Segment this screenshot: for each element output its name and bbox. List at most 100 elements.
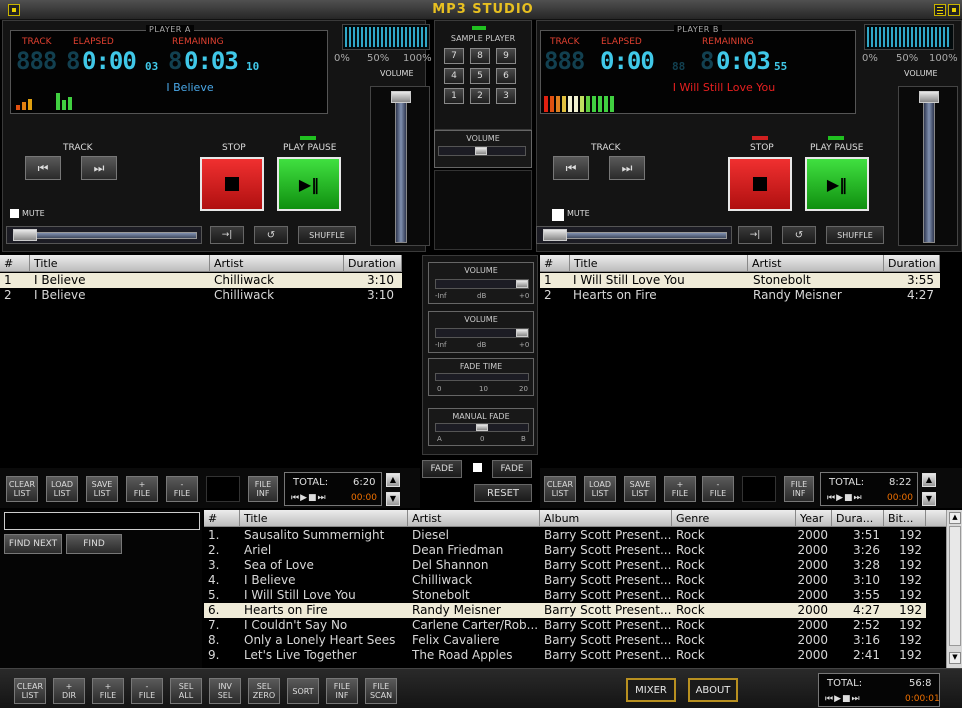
repeat-next-button-b[interactable]: →| bbox=[738, 226, 772, 244]
clear-list-button[interactable]: CLEAR LIST bbox=[6, 476, 38, 502]
col-bitrate[interactable]: Bit... bbox=[884, 510, 926, 526]
scroll-down-icon[interactable]: ▼ bbox=[949, 652, 961, 664]
volume-slider-b[interactable] bbox=[898, 86, 958, 246]
move-up-icon[interactable]: ▲ bbox=[386, 473, 400, 487]
col-year[interactable]: Year bbox=[796, 510, 832, 526]
shuffle-button-b[interactable]: SHUFFLE bbox=[826, 226, 884, 244]
clear-list-button[interactable]: CLEAR LIST bbox=[14, 678, 46, 704]
prev-track-button-b[interactable]: ⏮ bbox=[553, 156, 589, 180]
play-pause-button-b[interactable]: ▶‖ bbox=[805, 157, 869, 211]
table-row[interactable]: 3. Sea of Love Del Shannon Barry Scott Pres… bbox=[204, 558, 926, 573]
mixer-button[interactable]: MIXER bbox=[626, 678, 676, 702]
shuffle-button[interactable]: SHUFFLE bbox=[298, 226, 356, 244]
stop-button[interactable] bbox=[200, 157, 264, 211]
fade-right-button[interactable]: FADE bbox=[492, 460, 532, 478]
sample-key-9[interactable]: 9 bbox=[496, 48, 516, 64]
table-row[interactable]: 2 I Believe Chilliwack 3:10 bbox=[0, 288, 402, 303]
col-artist[interactable]: Artist bbox=[210, 255, 344, 271]
minimize-icon[interactable] bbox=[934, 4, 946, 16]
col-artist[interactable]: Artist bbox=[408, 510, 540, 526]
add-file-button[interactable]: + FILE bbox=[126, 476, 158, 502]
manual-fade-slider[interactable] bbox=[435, 423, 529, 432]
repeat-button-b[interactable]: ↺ bbox=[782, 226, 816, 244]
col-number[interactable]: # bbox=[204, 510, 240, 526]
remove-file-button[interactable]: - FILE bbox=[131, 678, 163, 704]
find-next-button[interactable]: FIND NEXT bbox=[4, 534, 62, 554]
remove-file-button[interactable]: - FILE bbox=[702, 476, 734, 502]
save-list-button[interactable]: SAVE LIST bbox=[86, 476, 118, 502]
next-track-button[interactable]: ⏭ bbox=[81, 156, 117, 180]
col-artist[interactable]: Artist bbox=[748, 255, 884, 271]
vol1-slider[interactable] bbox=[435, 279, 529, 289]
fade-time-slider[interactable] bbox=[435, 373, 529, 381]
next-track-button-b[interactable]: ⏭ bbox=[609, 156, 645, 180]
invert-selection-button[interactable]: INV SEL bbox=[209, 678, 241, 704]
fade-checkbox[interactable] bbox=[473, 463, 482, 472]
table-row[interactable]: 8. Only a Lonely Heart Sees Felix Cavalier… bbox=[204, 633, 926, 648]
file-info-button[interactable]: FILE INF bbox=[248, 476, 278, 502]
table-row[interactable]: 5. I Will Still Love You Stonebolt Barry Sc… bbox=[204, 588, 926, 603]
remove-file-button[interactable]: - FILE bbox=[166, 476, 198, 502]
col-number[interactable]: # bbox=[540, 255, 570, 271]
table-row[interactable]: 6. Hearts on Fire Randy Meisner Barry Scott… bbox=[204, 603, 926, 618]
mini-transport-icons[interactable]: ⏮▶■⏭ bbox=[291, 493, 327, 503]
table-row[interactable]: 1 I Believe Chilliwack 3:10 bbox=[0, 273, 402, 288]
maximize-icon[interactable] bbox=[948, 4, 960, 16]
table-row[interactable]: 7. I Couldn't Say No Carlene Carter/Rob...… bbox=[204, 618, 926, 633]
select-all-button[interactable]: SEL ALL bbox=[170, 678, 202, 704]
volume-slider[interactable] bbox=[370, 86, 430, 246]
seek-slider[interactable] bbox=[6, 226, 202, 244]
sample-key-7[interactable]: 7 bbox=[444, 48, 464, 64]
table-row[interactable]: 1 I Will Still Love You Stonebolt 3:55 bbox=[540, 273, 940, 288]
save-list-button[interactable]: SAVE LIST bbox=[624, 476, 656, 502]
repeat-button[interactable]: ↺ bbox=[254, 226, 288, 244]
sample-key-3[interactable]: 3 bbox=[496, 88, 516, 104]
file-scan-button[interactable]: FILE SCAN bbox=[365, 678, 397, 704]
table-row[interactable]: 2. Ariel Dean Friedman Barry Scott Present.… bbox=[204, 543, 926, 558]
sample-volume-slider[interactable] bbox=[438, 146, 526, 156]
add-file-button[interactable]: + FILE bbox=[664, 476, 696, 502]
col-duration[interactable]: Duration bbox=[884, 255, 940, 271]
load-list-button[interactable]: LOAD LIST bbox=[46, 476, 78, 502]
seek-slider-b[interactable] bbox=[536, 226, 732, 244]
select-zero-button[interactable]: SEL ZERO bbox=[248, 678, 280, 704]
find-button[interactable]: FIND bbox=[66, 534, 122, 554]
play-pause-button[interactable]: ▶‖ bbox=[277, 157, 341, 211]
sample-key-2[interactable]: 2 bbox=[470, 88, 490, 104]
sample-key-8[interactable]: 8 bbox=[470, 48, 490, 64]
sort-button[interactable]: SORT bbox=[287, 678, 319, 704]
scroll-thumb[interactable] bbox=[949, 526, 961, 646]
add-file-button[interactable]: + FILE bbox=[92, 678, 124, 704]
clear-list-button[interactable]: CLEAR LIST bbox=[544, 476, 576, 502]
reset-button[interactable]: RESET bbox=[474, 484, 532, 502]
col-album[interactable]: Album bbox=[540, 510, 672, 526]
repeat-next-button[interactable]: →| bbox=[210, 226, 244, 244]
file-info-button[interactable]: FILE INF bbox=[784, 476, 814, 502]
col-genre[interactable]: Genre bbox=[672, 510, 796, 526]
col-title[interactable]: Title bbox=[570, 255, 748, 271]
table-row[interactable]: 4. I Believe Chilliwack Barry Scott Present… bbox=[204, 573, 926, 588]
sample-key-5[interactable]: 5 bbox=[470, 68, 490, 84]
stop-button-b[interactable] bbox=[728, 157, 792, 211]
col-number[interactable]: # bbox=[0, 255, 30, 271]
col-title[interactable]: Title bbox=[30, 255, 210, 271]
scroll-up-icon[interactable]: ▲ bbox=[949, 512, 961, 524]
vol2-slider[interactable] bbox=[435, 328, 529, 338]
table-row[interactable]: 2 Hearts on Fire Randy Meisner 4:27 bbox=[540, 288, 940, 303]
add-dir-button[interactable]: + DIR bbox=[53, 678, 85, 704]
move-up-icon[interactable]: ▲ bbox=[922, 473, 936, 487]
prev-track-button[interactable]: ⏮ bbox=[25, 156, 61, 180]
system-menu-icon[interactable] bbox=[8, 4, 20, 16]
file-info-button[interactable]: FILE INF bbox=[326, 678, 358, 704]
mute-checkbox-b[interactable] bbox=[552, 209, 564, 221]
about-button[interactable]: ABOUT bbox=[688, 678, 738, 702]
library-scrollbar[interactable]: ▲ ▼ bbox=[946, 510, 962, 668]
col-title[interactable]: Title bbox=[240, 510, 408, 526]
move-down-icon[interactable]: ▼ bbox=[386, 492, 400, 506]
mini-transport-icons[interactable]: ⏮▶■⏭ bbox=[827, 493, 863, 503]
table-row[interactable]: 9. Let's Live Together The Road Apples Barr… bbox=[204, 648, 926, 663]
col-duration[interactable]: Duration bbox=[344, 255, 402, 271]
fade-left-button[interactable]: FADE bbox=[422, 460, 462, 478]
table-row[interactable]: 1. Sausalito Summernight Diesel Barry Scott… bbox=[204, 528, 926, 543]
sample-key-6[interactable]: 6 bbox=[496, 68, 516, 84]
